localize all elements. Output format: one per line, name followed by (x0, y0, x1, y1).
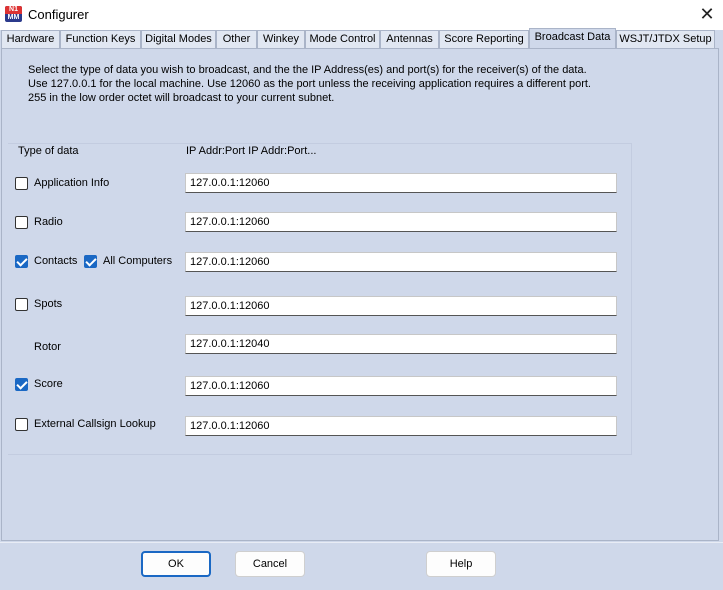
description-line-2: Use 127.0.0.1 for the local machine. Use… (28, 78, 591, 90)
score-ip-field[interactable]: 127.0.0.1:12060 (185, 376, 617, 396)
tab-wsjt-jtdx-setup[interactable]: WSJT/JTDX Setup (616, 30, 715, 48)
tab-strip: Hardware Function Keys Digital Modes Oth… (0, 28, 723, 48)
radio-label: Radio (34, 216, 63, 228)
external-callsign-lookup-checkbox[interactable] (15, 418, 28, 431)
app-logo-top: N1 (5, 6, 22, 14)
tab-broadcast-data[interactable]: Broadcast Data (529, 28, 616, 48)
all-computers-label: All Computers (103, 255, 173, 267)
tab-winkey[interactable]: Winkey (257, 30, 305, 48)
ok-button[interactable]: OK (141, 551, 211, 577)
application-info-checkbox[interactable] (15, 177, 28, 190)
contacts-ip-field[interactable]: 127.0.0.1:12060 (185, 252, 617, 272)
spots-ip-field[interactable]: 127.0.0.1:12060 (185, 296, 617, 316)
tab-hardware[interactable]: Hardware (1, 30, 60, 48)
description-line-3: 255 in the low order octet will broadcas… (28, 92, 335, 104)
external-callsign-lookup-label: External Callsign Lookup (34, 418, 156, 430)
external-callsign-lookup-ip-field[interactable]: 127.0.0.1:12060 (185, 416, 617, 436)
close-icon[interactable]: ✕ (691, 0, 723, 30)
score-checkbox[interactable] (15, 378, 28, 391)
spots-label: Spots (34, 298, 63, 310)
application-info-ip-field[interactable]: 127.0.0.1:12060 (185, 173, 617, 193)
description-text: Select the type of data you wish to broa… (28, 63, 668, 105)
header-type-of-data: Type of data (18, 145, 79, 157)
window-title: Configurer (28, 7, 89, 22)
tab-other[interactable]: Other (216, 30, 257, 48)
spots-checkbox[interactable] (15, 298, 28, 311)
tab-function-keys[interactable]: Function Keys (60, 30, 141, 48)
rotor-label: Rotor (34, 341, 61, 353)
tab-antennas[interactable]: Antennas (380, 30, 439, 48)
help-button[interactable]: Help (426, 551, 496, 577)
header-ip-addr-port: IP Addr:Port IP Addr:Port... (186, 145, 317, 157)
cancel-button[interactable]: Cancel (235, 551, 305, 577)
contacts-checkbox[interactable] (15, 255, 28, 268)
tab-score-reporting[interactable]: Score Reporting (439, 30, 529, 48)
radio-checkbox[interactable] (15, 216, 28, 229)
app-logo-bottom: MM (7, 14, 20, 21)
tab-digital-modes[interactable]: Digital Modes (141, 30, 216, 48)
app-logo-icon: N1 MM (5, 6, 22, 22)
score-label: Score (34, 378, 63, 390)
rotor-ip-field[interactable]: 127.0.0.1:12040 (185, 334, 617, 354)
title-bar: N1 MM Configurer ✕ (0, 0, 723, 30)
contacts-label: Contacts (34, 255, 78, 267)
all-computers-checkbox[interactable] (84, 255, 97, 268)
radio-ip-field[interactable]: 127.0.0.1:12060 (185, 212, 617, 232)
application-info-label: Application Info (34, 177, 110, 189)
footer-divider (0, 542, 723, 543)
tab-mode-control[interactable]: Mode Control (305, 30, 380, 48)
description-line-1: Select the type of data you wish to broa… (28, 64, 587, 76)
